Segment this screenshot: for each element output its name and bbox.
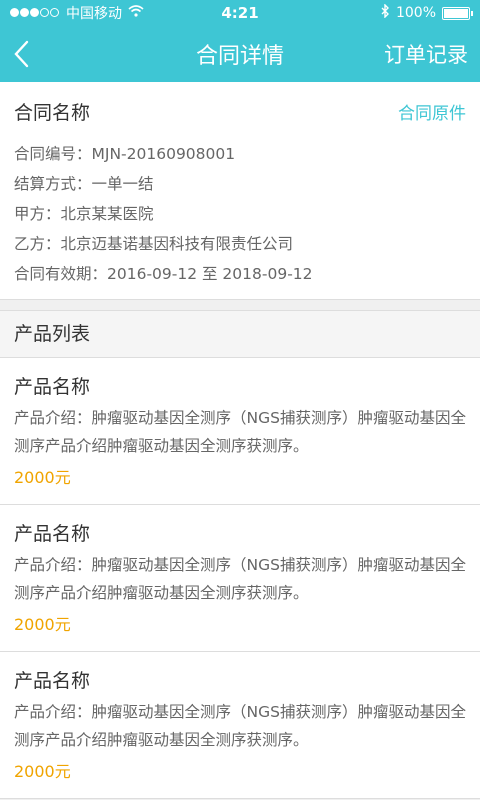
top-bar: 中国移动 100% 4:21 合同详情 订单记录 — [0, 0, 480, 82]
product-name: 产品名称 — [14, 376, 91, 398]
product-price: 2000元 — [14, 468, 71, 487]
product-name: 产品名称 — [14, 670, 91, 692]
list-item[interactable]: 产品名称 产品介绍：肿瘤驱动基因全测序（NGS捕获测序）肿瘤驱动基因全测序产品介… — [0, 505, 480, 652]
product-price: 2000元 — [14, 615, 71, 634]
back-icon[interactable] — [12, 39, 32, 69]
nav-bar: 合同详情 订单记录 — [0, 26, 480, 82]
product-list-heading: 产品列表 — [0, 310, 480, 358]
contract-original-link[interactable]: 合同原件 — [398, 99, 466, 124]
product-description: 产品介绍：肿瘤驱动基因全测序（NGS捕获测序）肿瘤驱动基因全测序产品介绍肿瘤驱动… — [14, 703, 466, 749]
contract-name: 合同名称 — [14, 102, 91, 124]
settlement-method: 结算方式：一单一结 — [14, 175, 154, 193]
order-record-button[interactable]: 订单记录 — [384, 39, 468, 69]
party-b: 乙方：北京迈基诺基因科技有限责任公司 — [14, 235, 294, 253]
product-price: 2000元 — [14, 762, 71, 781]
product-name: 产品名称 — [14, 523, 91, 545]
clock: 4:21 — [221, 4, 259, 22]
product-description: 产品介绍：肿瘤驱动基因全测序（NGS捕获测序）肿瘤驱动基因全测序产品介绍肿瘤驱动… — [14, 409, 466, 455]
contract-card: 合同名称 合同原件 合同编号：MJN-20160908001 结算方式：一单一结… — [0, 82, 480, 300]
party-a: 甲方：北京某某医院 — [14, 205, 154, 223]
contract-number: 合同编号：MJN-20160908001 — [14, 145, 236, 163]
product-description: 产品介绍：肿瘤驱动基因全测序（NGS捕获测序）肿瘤驱动基因全测序产品介绍肿瘤驱动… — [14, 556, 466, 602]
list-item[interactable]: 产品名称 产品介绍：肿瘤驱动基因全测序（NGS捕获测序）肿瘤驱动基因全测序产品介… — [0, 358, 480, 505]
contract-validity: 合同有效期：2016-09-12 至 2018-09-12 — [14, 265, 313, 283]
list-item[interactable]: 产品名称 产品介绍：肿瘤驱动基因全测序（NGS捕获测序）肿瘤驱动基因全测序产品介… — [0, 652, 480, 799]
